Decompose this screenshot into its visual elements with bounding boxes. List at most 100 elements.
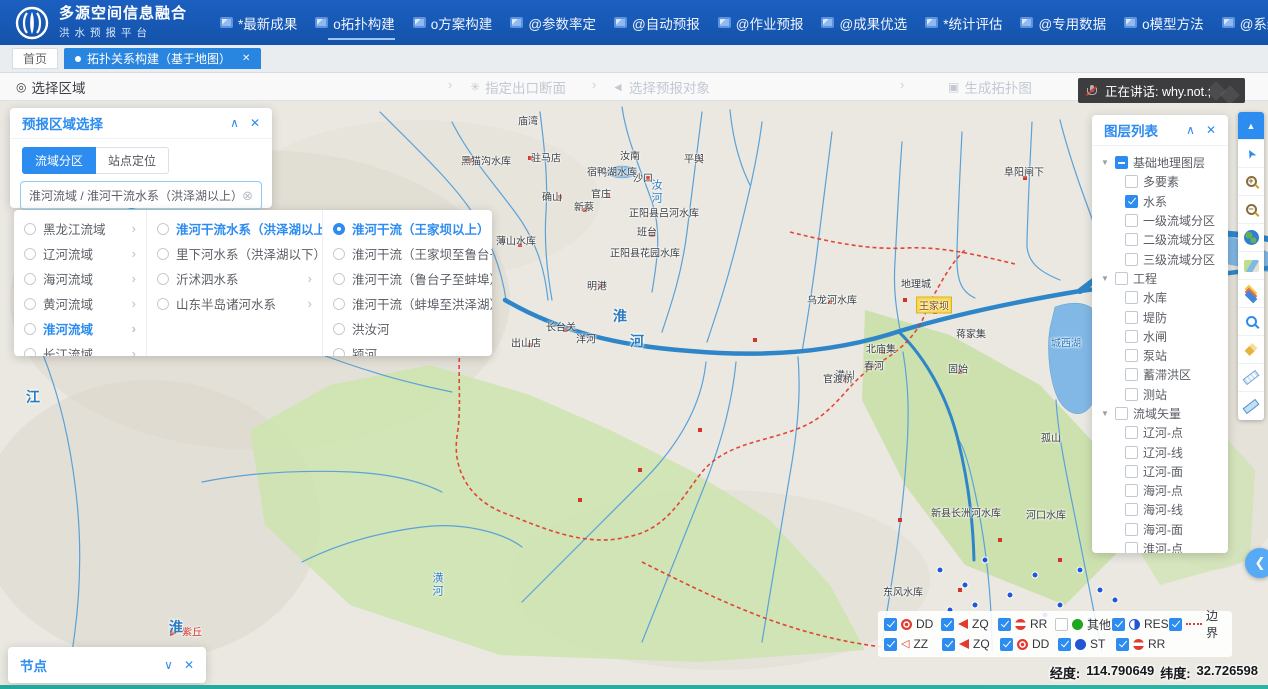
cascader-option[interactable]: 淮河干流（王家坝以上） (323, 216, 492, 241)
cascader-option[interactable]: 洪汝河 (323, 316, 492, 341)
pointer-icon[interactable]: ➤ (1238, 140, 1264, 168)
collapse-panel-icon[interactable]: ∧ (1186, 123, 1195, 137)
layer-tree-item[interactable]: 辽河-线 (1100, 442, 1228, 461)
collapse-up-icon[interactable]: ▲ (1238, 112, 1264, 140)
radio-icon[interactable] (24, 323, 36, 335)
nav-item[interactable]: o拓扑构建 (306, 0, 404, 45)
layer-checkbox[interactable] (1125, 426, 1138, 439)
layer-tree-item[interactable]: ▼工程 (1100, 269, 1228, 288)
collapse-panel-icon[interactable]: ∧ (230, 116, 239, 130)
globe-icon[interactable] (1238, 224, 1264, 252)
legend-checkbox[interactable] (941, 618, 954, 631)
nav-item[interactable]: *最新成果 (211, 0, 306, 45)
cascader-option[interactable]: 淮河干流水系（洪泽湖以上）› (147, 216, 322, 241)
layer-tree-item[interactable]: 蓄滞洪区 (1100, 365, 1228, 384)
layer-checkbox[interactable] (1125, 349, 1138, 362)
layer-checkbox[interactable] (1125, 253, 1138, 266)
layer-checkbox[interactable] (1125, 175, 1138, 188)
layer-checkbox[interactable] (1115, 272, 1128, 285)
basemap-icon[interactable] (1238, 252, 1264, 280)
close-panel-icon[interactable]: ✕ (250, 116, 260, 130)
cascader-option[interactable]: 山东半岛诸河水系› (147, 291, 322, 316)
caret-down-icon[interactable]: ▼ (1100, 409, 1110, 418)
cascader-option[interactable]: 沂沭泗水系› (147, 266, 322, 291)
nav-item[interactable]: @作业预报 (709, 0, 813, 45)
close-panel-icon[interactable]: ✕ (184, 658, 194, 672)
radio-icon[interactable] (24, 223, 36, 235)
caret-down-icon[interactable]: ▼ (1100, 158, 1110, 167)
layer-tree-item[interactable]: 水系 (1100, 192, 1228, 211)
ruler-icon[interactable] (1238, 364, 1264, 392)
region-path-input[interactable]: 淮河流域 / 淮河干流水系（洪泽湖以上） / 淮河干流（王家坝... ⊗ (20, 181, 262, 210)
cascader-option[interactable]: 淮河干流（蚌埠至洪泽湖） (323, 291, 492, 316)
layer-checkbox[interactable] (1125, 503, 1138, 516)
layer-tree-item[interactable]: 多要素 (1100, 172, 1228, 191)
nav-item[interactable]: @自动预报 (605, 0, 709, 45)
layer-checkbox[interactable] (1115, 156, 1128, 169)
nav-item[interactable]: @参数率定 (501, 0, 605, 45)
nav-item[interactable]: o模型方法 (1115, 0, 1213, 45)
layer-tree-item[interactable]: 海河-点 (1100, 481, 1228, 500)
radio-icon[interactable] (24, 273, 36, 285)
tab-topology-map[interactable]: 拓扑关系构建（基于地图） ✕ (64, 48, 261, 69)
radio-icon[interactable] (24, 248, 36, 260)
layer-tree-item[interactable]: 海河-线 (1100, 500, 1228, 519)
radio-icon[interactable] (157, 298, 169, 310)
layer-checkbox[interactable] (1125, 214, 1138, 227)
step-生成拓扑图[interactable]: ▣生成拓扑图 (948, 73, 1032, 100)
layer-checkbox[interactable] (1125, 388, 1138, 401)
layer-checkbox[interactable] (1125, 330, 1138, 343)
layer-tree-item[interactable]: ▼流域矢量 (1100, 404, 1228, 423)
cascader-option[interactable]: 黄河流域› (14, 291, 146, 316)
step-指定出口断面[interactable]: ✳指定出口断面 (470, 73, 566, 100)
layer-checkbox[interactable] (1125, 542, 1138, 553)
cascader-option[interactable]: 淮河干流（鲁台子至蚌埠） (323, 266, 492, 291)
layer-checkbox[interactable] (1115, 407, 1128, 420)
radio-icon[interactable] (333, 223, 345, 235)
radio-icon[interactable] (333, 298, 345, 310)
layer-tree-item[interactable]: 辽河-面 (1100, 462, 1228, 481)
expand-panel-icon[interactable]: ∨ (164, 658, 173, 672)
cascader-option[interactable]: 黑龙江流域› (14, 216, 146, 241)
layer-tree-item[interactable]: ▼基础地理图层 (1100, 153, 1228, 172)
nav-item[interactable]: @成果优选 (812, 0, 916, 45)
radio-icon[interactable] (157, 223, 169, 235)
layer-tree-item[interactable]: 水闸 (1100, 327, 1228, 346)
cascader-option[interactable]: 淮河流域› (14, 316, 146, 341)
cascader-option[interactable]: 淮河干流（王家坝至鲁台子） (323, 241, 492, 266)
cascader-option[interactable]: 海河流域› (14, 266, 146, 291)
radio-icon[interactable] (24, 348, 36, 357)
layer-tree-item[interactable]: 三级流域分区 (1100, 249, 1228, 268)
legend-checkbox[interactable] (1000, 638, 1013, 651)
zoom-in-icon[interactable]: + (1238, 168, 1264, 196)
layer-tree-item[interactable]: 堤防 (1100, 307, 1228, 326)
area-measure-icon[interactable] (1238, 392, 1264, 420)
layer-checkbox[interactable] (1125, 311, 1138, 324)
radio-icon[interactable] (333, 323, 345, 335)
radio-icon[interactable] (157, 248, 169, 260)
nav-item[interactable]: o方案构建 (404, 0, 502, 45)
radio-icon[interactable] (333, 273, 345, 285)
close-panel-icon[interactable]: ✕ (1206, 123, 1216, 137)
layer-checkbox[interactable] (1125, 195, 1138, 208)
layer-tree-item[interactable]: 泵站 (1100, 346, 1228, 365)
radio-icon[interactable] (333, 248, 345, 260)
cascader-option[interactable]: 里下河水系（洪泽湖以下）› (147, 241, 322, 266)
nav-item[interactable]: @系统管理 (1213, 0, 1268, 45)
layer-tree-item[interactable]: 一级流域分区 (1100, 211, 1228, 230)
clear-input-icon[interactable]: ⊗ (242, 188, 253, 204)
tab-home[interactable]: 首页 (12, 48, 58, 69)
legend-checkbox[interactable] (884, 618, 897, 631)
layer-tree-item[interactable]: 淮河-点 (1100, 539, 1228, 553)
legend-checkbox[interactable] (1055, 618, 1068, 631)
layer-checkbox[interactable] (1125, 233, 1138, 246)
layer-tree-item[interactable]: 二级流域分区 (1100, 230, 1228, 249)
cascader-option[interactable]: 长江流域› (14, 341, 146, 356)
legend-checkbox[interactable] (1058, 638, 1071, 651)
cascader-option[interactable]: 辽河流域› (14, 241, 146, 266)
legend-checkbox[interactable] (998, 618, 1011, 631)
legend-checkbox[interactable] (942, 638, 955, 651)
layer-tree-item[interactable]: 测站 (1100, 385, 1228, 404)
legend-checkbox[interactable] (884, 638, 897, 651)
layer-tree-item[interactable]: 海河-面 (1100, 520, 1228, 539)
